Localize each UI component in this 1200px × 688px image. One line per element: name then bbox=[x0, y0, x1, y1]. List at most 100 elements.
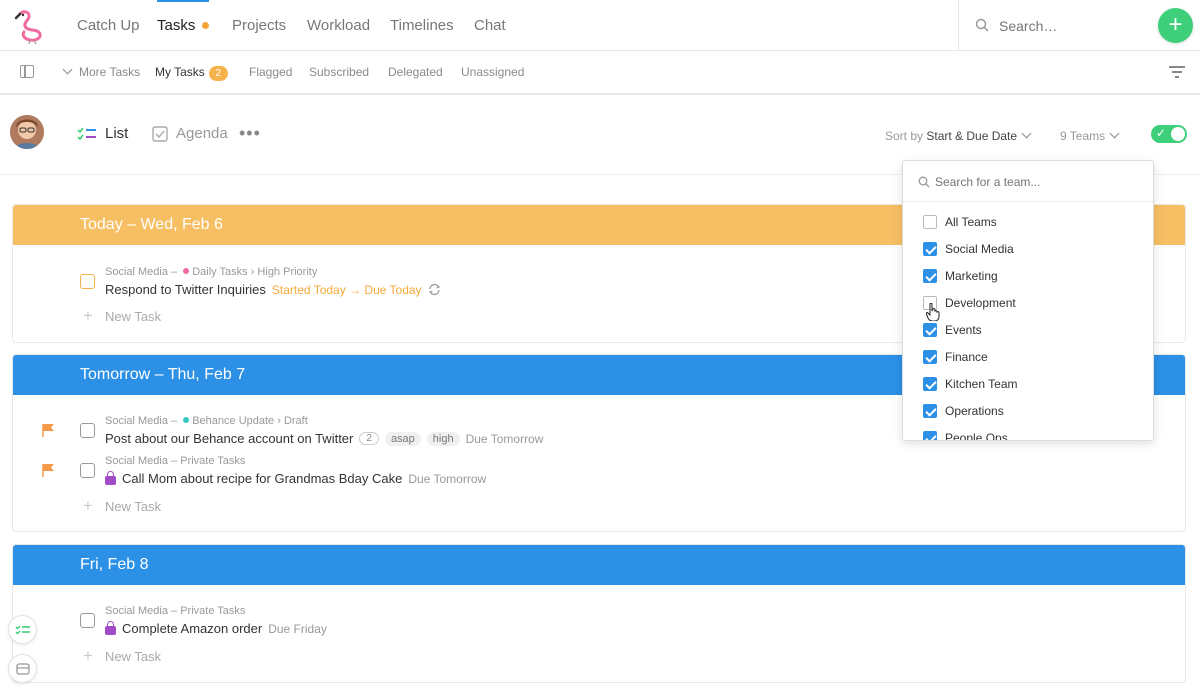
team-checkbox[interactable] bbox=[923, 377, 937, 391]
team-checkbox[interactable] bbox=[923, 323, 937, 337]
team-name: All Teams bbox=[945, 215, 997, 229]
sort-value: Start & Due Date bbox=[926, 129, 1018, 143]
task-checkbox[interactable] bbox=[80, 423, 95, 438]
team-option-marketing[interactable]: Marketing bbox=[923, 266, 998, 286]
team-name: Operations bbox=[945, 404, 1004, 418]
task-row[interactable]: Social Media – Private Tasks Call Mom ab… bbox=[13, 449, 1185, 489]
team-name: Finance bbox=[945, 350, 988, 364]
task-title-row: Respond to Twitter Inquiries Started Tod… bbox=[105, 282, 441, 297]
nav-chat[interactable]: Chat bbox=[458, 0, 522, 51]
team-name: Development bbox=[945, 296, 1016, 310]
task-row[interactable]: Social Media – Private Tasks Complete Am… bbox=[13, 599, 1185, 639]
tab-unassigned[interactable]: Unassigned bbox=[461, 51, 524, 94]
tag-pill[interactable]: high bbox=[426, 431, 460, 446]
flamingo-logo-icon[interactable] bbox=[10, 8, 46, 44]
view-agenda-button[interactable]: Agenda bbox=[152, 125, 228, 142]
task-filter-bar: More Tasks My Tasks 2 Flagged Subscribed … bbox=[0, 51, 1200, 95]
team-search bbox=[903, 161, 1153, 202]
task-team: Social Media bbox=[105, 415, 168, 427]
comment-count-badge[interactable]: 2 bbox=[359, 432, 379, 445]
task-title-row: Complete Amazon order Due Friday bbox=[105, 621, 327, 636]
nav-projects[interactable]: Projects bbox=[216, 0, 302, 51]
team-checkbox[interactable] bbox=[923, 431, 937, 440]
search-icon bbox=[975, 18, 989, 32]
team-option-kitchen-team[interactable]: Kitchen Team bbox=[923, 374, 1018, 394]
quick-tasks-button[interactable] bbox=[8, 615, 37, 644]
add-button[interactable]: + bbox=[1158, 8, 1193, 43]
tab-delegated[interactable]: Delegated bbox=[388, 51, 443, 94]
plus-icon: + bbox=[83, 306, 93, 325]
check-icon: ✓ bbox=[1156, 126, 1167, 140]
inbox-button[interactable] bbox=[8, 654, 37, 683]
team-checkbox[interactable] bbox=[923, 269, 937, 283]
lock-icon bbox=[105, 621, 116, 635]
task-title[interactable]: Post about our Behance account on Twitte… bbox=[105, 431, 353, 446]
view-agenda-label: Agenda bbox=[176, 125, 228, 142]
team-option-operations[interactable]: Operations bbox=[923, 401, 1004, 421]
task-team: Social Media bbox=[105, 266, 168, 278]
lock-icon bbox=[105, 471, 116, 485]
task-due: Due Tomorrow bbox=[465, 431, 544, 446]
task-checkbox[interactable] bbox=[80, 463, 95, 478]
tab-my-tasks[interactable]: My Tasks 2 bbox=[155, 51, 228, 94]
section-header: Fri, Feb 8 bbox=[13, 545, 1185, 585]
team-search-input[interactable] bbox=[935, 171, 1135, 193]
new-task-button[interactable]: + New Task bbox=[83, 496, 161, 516]
task-checkbox[interactable] bbox=[80, 613, 95, 628]
tag-pill[interactable]: asap bbox=[384, 431, 421, 446]
task-title[interactable]: Complete Amazon order bbox=[122, 621, 262, 636]
meta-separator: – bbox=[167, 415, 181, 427]
my-tasks-label: My Tasks bbox=[155, 65, 205, 79]
nav-timelines[interactable]: Timelines bbox=[374, 0, 470, 51]
chevron-down-icon bbox=[1109, 128, 1120, 139]
task-subproject: – Private Tasks bbox=[167, 455, 246, 467]
team-checkbox[interactable] bbox=[923, 242, 937, 256]
sort-dropdown[interactable]: Sort by Start & Due Date bbox=[885, 128, 1032, 143]
flag-icon[interactable] bbox=[42, 463, 55, 477]
task-due: Due Friday bbox=[268, 621, 327, 636]
chevron-down-icon bbox=[62, 64, 73, 75]
new-task-label: New Task bbox=[104, 648, 162, 664]
team-option-finance[interactable]: Finance bbox=[923, 347, 988, 367]
filter-icon[interactable] bbox=[1169, 66, 1185, 78]
search-input[interactable] bbox=[999, 12, 1149, 40]
nav-workload[interactable]: Workload bbox=[291, 0, 386, 51]
new-task-label: New Task bbox=[104, 308, 162, 324]
team-option-events[interactable]: Events bbox=[923, 320, 982, 340]
new-task-button[interactable]: + New Task bbox=[83, 306, 161, 326]
task-title[interactable]: Respond to Twitter Inquiries bbox=[105, 282, 266, 297]
task-title[interactable]: Call Mom about recipe for Grandmas Bday … bbox=[122, 471, 402, 486]
repeat-icon bbox=[428, 283, 440, 296]
completed-toggle[interactable]: ✓ bbox=[1151, 125, 1187, 143]
more-tasks-dropdown[interactable]: More Tasks bbox=[62, 51, 140, 94]
sidebar-toggle-icon[interactable] bbox=[20, 65, 34, 78]
team-option-people-ops[interactable]: People Ops bbox=[923, 428, 1008, 440]
team-option-social-media[interactable]: Social Media bbox=[923, 239, 1014, 259]
search-icon bbox=[918, 176, 930, 188]
new-task-button[interactable]: + New Task bbox=[83, 646, 161, 666]
sort-prefix: Sort by bbox=[885, 129, 927, 143]
task-project: Behance Update bbox=[192, 415, 275, 427]
flag-icon[interactable] bbox=[42, 423, 55, 437]
teams-dropdown-button[interactable]: 9 Teams bbox=[1060, 128, 1120, 143]
task-team: Social Media bbox=[105, 605, 168, 617]
task-project: Daily Tasks bbox=[192, 266, 248, 278]
task-checkbox[interactable] bbox=[80, 274, 95, 289]
view-list-button[interactable]: List bbox=[77, 125, 128, 142]
nav-tasks[interactable]: Tasks bbox=[141, 0, 225, 51]
team-checkbox[interactable] bbox=[923, 215, 937, 229]
task-meta: Social Media – Private Tasks bbox=[105, 605, 245, 617]
chevron-down-icon bbox=[1021, 128, 1032, 139]
team-option-all-teams[interactable]: All Teams bbox=[923, 212, 997, 232]
task-due: Due Tomorrow bbox=[408, 471, 487, 486]
tab-subscribed[interactable]: Subscribed bbox=[309, 51, 369, 94]
more-options-icon[interactable]: ••• bbox=[239, 123, 261, 144]
team-name: Kitchen Team bbox=[945, 377, 1018, 391]
team-name: Social Media bbox=[945, 242, 1014, 256]
user-avatar[interactable] bbox=[10, 115, 44, 149]
tab-flagged[interactable]: Flagged bbox=[249, 51, 292, 94]
task-due: Started Today → Due Today bbox=[271, 282, 422, 297]
new-task-label: New Task bbox=[104, 498, 162, 514]
team-checkbox[interactable] bbox=[923, 404, 937, 418]
team-checkbox[interactable] bbox=[923, 350, 937, 364]
